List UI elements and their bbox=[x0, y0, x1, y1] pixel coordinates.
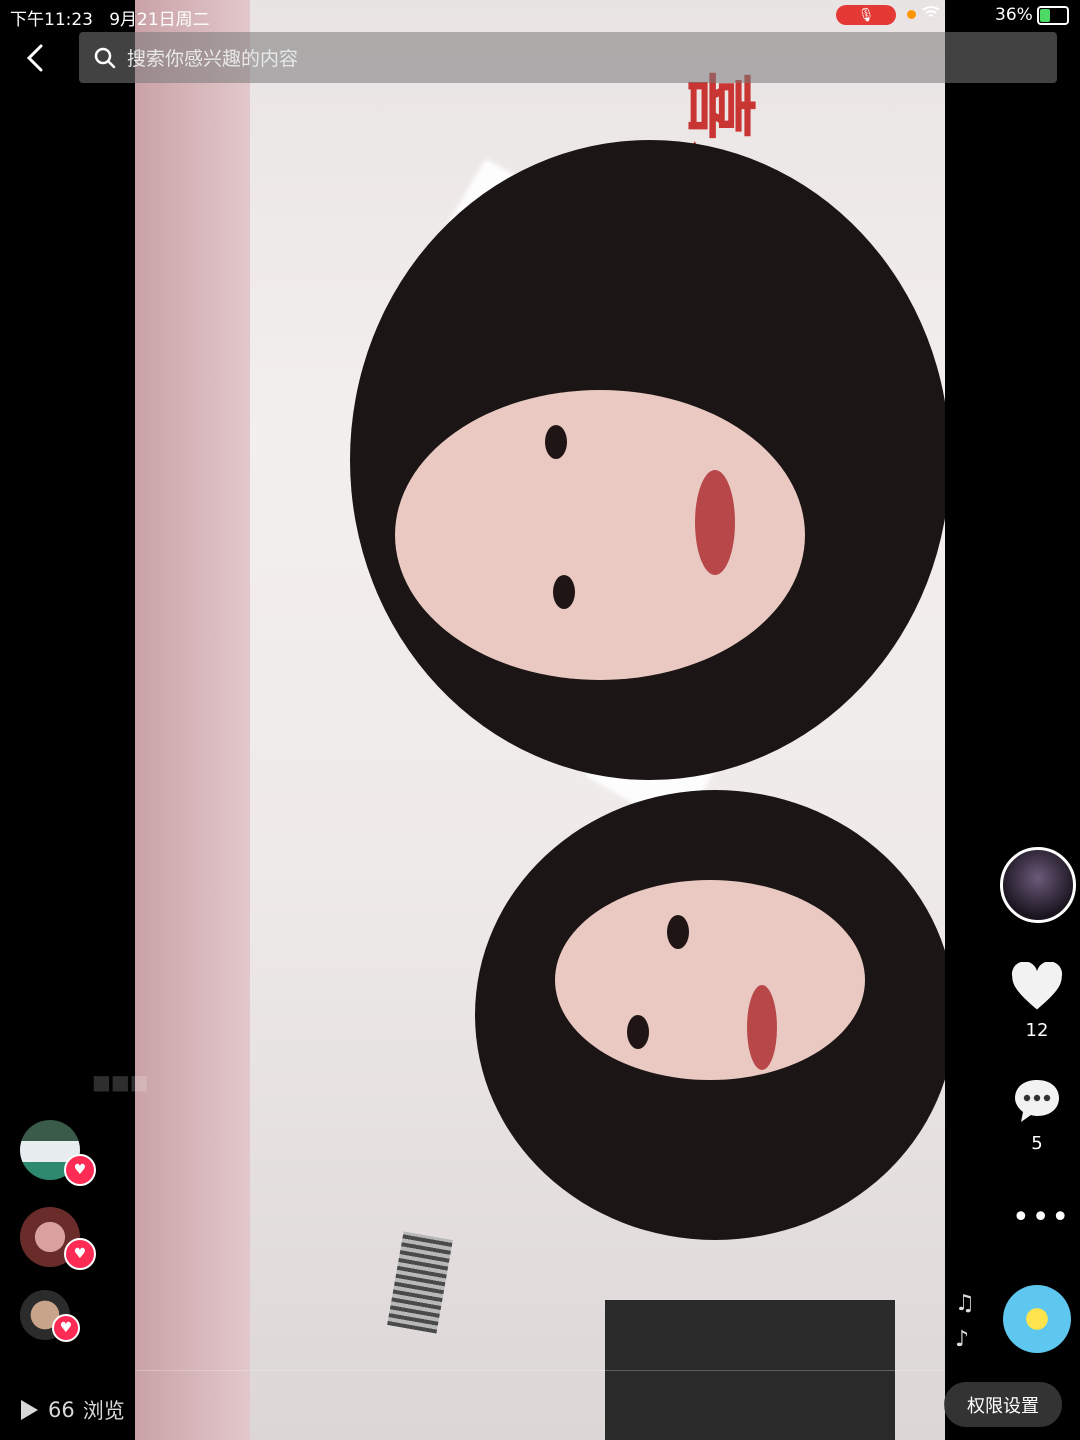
permission-settings-button[interactable]: 权限设置 bbox=[944, 1382, 1062, 1427]
view-count: 66 浏览 bbox=[18, 1395, 125, 1425]
battery-icon bbox=[1037, 6, 1069, 25]
wifi-icon bbox=[922, 6, 940, 17]
music-disc-button[interactable] bbox=[1003, 1285, 1071, 1353]
search-icon bbox=[94, 47, 116, 68]
play-icon bbox=[21, 1400, 38, 1420]
video-player[interactable]: 喜入 bbox=[135, 0, 945, 1440]
microphone-indicator-icon: 🎙 bbox=[836, 5, 896, 25]
eye bbox=[627, 1015, 649, 1049]
like-button[interactable]: 12 bbox=[1007, 961, 1067, 1041]
author-avatar[interactable] bbox=[1000, 847, 1076, 923]
person-face bbox=[395, 390, 805, 680]
like-count: 12 bbox=[1025, 1020, 1049, 1041]
eye bbox=[545, 425, 567, 459]
heart-badge-icon: ♥ bbox=[64, 1154, 96, 1186]
comment-icon bbox=[1015, 1080, 1059, 1122]
wifi-alarm-icons bbox=[922, 4, 940, 23]
comment-button[interactable]: 5 bbox=[1007, 1075, 1067, 1154]
search-placeholder: 搜索你感兴趣的内容 bbox=[127, 48, 299, 70]
video-progress-bar[interactable] bbox=[135, 1370, 945, 1371]
back-button[interactable] bbox=[18, 40, 52, 76]
comment-count: 5 bbox=[1031, 1133, 1043, 1154]
person-face bbox=[555, 880, 865, 1080]
wall-border bbox=[135, 0, 250, 1440]
privacy-dot-icon bbox=[907, 10, 916, 19]
view-count-number: 66 bbox=[48, 1398, 75, 1422]
view-count-label: 浏览 bbox=[82, 1399, 125, 1423]
ellipsis-icon[interactable]: ••• bbox=[1012, 1200, 1071, 1235]
status-bar: 下午11:23 9月21日周二 🎙 36% bbox=[0, 0, 1080, 30]
lips bbox=[695, 470, 735, 575]
air-vent bbox=[387, 1231, 453, 1334]
battery-percent: 36% bbox=[995, 5, 1033, 25]
eye bbox=[667, 915, 689, 949]
chevron-left-icon bbox=[26, 44, 43, 72]
heart-badge-icon: ♥ bbox=[64, 1238, 96, 1270]
heart-badge-icon: ♥ bbox=[52, 1314, 80, 1342]
search-bar[interactable]: 搜索你感兴趣的内容 bbox=[79, 32, 1057, 83]
status-time: 下午11:23 9月21日周二 bbox=[10, 10, 210, 30]
eye bbox=[553, 575, 575, 609]
music-notes-icon: ♫ ♪ bbox=[955, 1291, 975, 1352]
heart-icon bbox=[1011, 961, 1063, 1010]
faded-username: ■■■ bbox=[92, 1070, 149, 1094]
lips bbox=[747, 985, 777, 1070]
